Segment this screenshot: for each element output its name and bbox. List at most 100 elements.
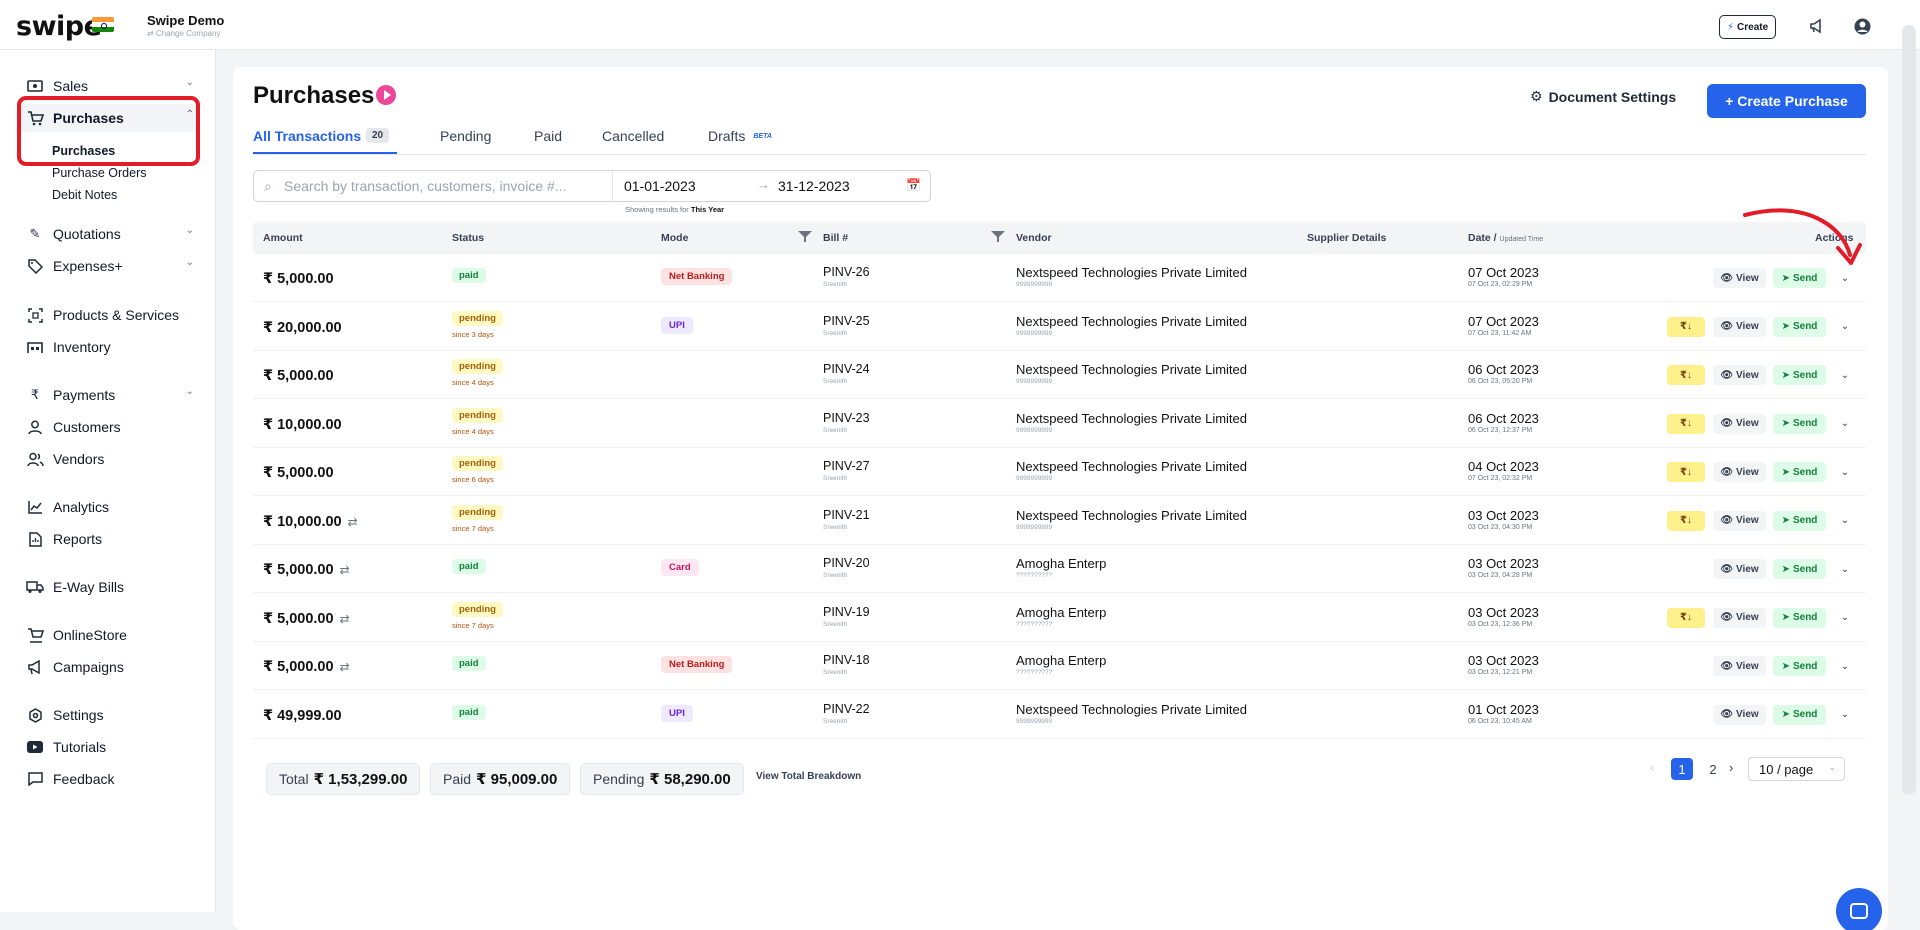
chevron-down-icon[interactable]: ⌄	[1836, 512, 1854, 530]
view-button[interactable]: 👁 View	[1713, 656, 1766, 676]
chevron-down-icon[interactable]: ⌄	[1836, 366, 1854, 384]
vendor-name[interactable]: Nextspeed Technologies Private Limited	[1016, 265, 1247, 280]
scrollbar[interactable]	[1902, 25, 1916, 795]
view-button[interactable]: 👁 View	[1713, 607, 1766, 628]
send-button[interactable]: ➤ Send	[1773, 413, 1826, 434]
chevron-down-icon[interactable]: ⌄	[1836, 269, 1854, 287]
send-button[interactable]: ➤ Send	[1773, 316, 1826, 337]
bill-number[interactable]: PINV-27	[823, 459, 870, 473]
sidebar-item-analytics[interactable]: Analytics	[26, 495, 194, 519]
table-row[interactable]: ₹ 5,000.00 ⇄ paid Card PINV-20 Sreenith Amogha…	[253, 545, 1866, 593]
filter-icon[interactable]	[991, 231, 1005, 243]
sidebar-sub-debit-notes[interactable]: Debit Notes	[52, 188, 117, 202]
view-button[interactable]: 👁 View	[1713, 510, 1766, 531]
table-row[interactable]: ₹ 5,000.00 ⇄ pending since 7 days PINV-19 Sre…	[253, 594, 1866, 642]
view-button[interactable]: 👁 View	[1713, 559, 1766, 579]
megaphone-icon[interactable]	[1806, 15, 1828, 37]
view-button[interactable]: 👁 View	[1713, 268, 1766, 288]
send-button[interactable]: ➤ Send	[1773, 656, 1826, 676]
date-from-field[interactable]: 01-01-2023	[624, 178, 696, 194]
sidebar-item-inventory[interactable]: Inventory	[26, 335, 194, 359]
send-button[interactable]: ➤ Send	[1773, 510, 1826, 531]
sidebar-item-quotations[interactable]: ✎ Quotations ⌄	[26, 222, 194, 246]
chevron-down-icon[interactable]: ⌄	[1836, 318, 1854, 336]
table-row[interactable]: ₹ 5,000.00 pending since 6 days PINV-27 Sree…	[253, 448, 1866, 496]
tab-pending[interactable]: Pending	[440, 128, 491, 144]
chevron-down-icon[interactable]: ⌄	[1836, 415, 1854, 433]
sidebar-item-campaigns[interactable]: Campaigns	[26, 655, 194, 679]
chevron-down-icon[interactable]: ⌄	[1836, 609, 1854, 627]
vendor-name[interactable]: Nextspeed Technologies Private Limited	[1016, 702, 1247, 717]
tab-cancelled[interactable]: Cancelled	[602, 128, 664, 144]
record-payment-button[interactable]: ₹↓	[1667, 365, 1705, 385]
sidebar-item-customers[interactable]: Customers	[26, 415, 194, 439]
record-payment-button[interactable]: ₹↓	[1667, 510, 1705, 531]
bill-number[interactable]: PINV-25	[823, 314, 870, 328]
chevron-down-icon[interactable]: ⌄	[1836, 706, 1854, 724]
view-button[interactable]: 👁 View	[1713, 365, 1766, 385]
play-video-icon[interactable]	[376, 85, 396, 105]
bill-number[interactable]: PINV-23	[823, 411, 870, 425]
vendor-name[interactable]: Nextspeed Technologies Private Limited	[1016, 411, 1247, 426]
swipe-logo[interactable]: swipe	[16, 11, 102, 42]
record-payment-button[interactable]: ₹↓	[1667, 316, 1705, 337]
table-row[interactable]: ₹ 5,000.00 paid Net Banking PINV-26 Sreenith…	[253, 254, 1866, 302]
vendor-name[interactable]: Amogha Enterp	[1016, 605, 1106, 620]
vendor-name[interactable]: Nextspeed Technologies Private Limited	[1016, 314, 1247, 329]
change-company-link[interactable]: ⇄ Change Company	[147, 29, 224, 38]
sidebar-item-onlinestore[interactable]: OnlineStore	[26, 623, 194, 647]
view-button[interactable]: 👁 View	[1713, 316, 1766, 337]
bill-number[interactable]: PINV-22	[823, 702, 870, 716]
chat-support-button[interactable]	[1836, 888, 1882, 930]
send-button[interactable]: ➤ Send	[1773, 462, 1826, 482]
sidebar-item-tutorials[interactable]: Tutorials	[26, 735, 194, 759]
table-row[interactable]: ₹ 5,000.00 pending since 4 days PINV-24 Sree…	[253, 351, 1866, 399]
view-button[interactable]: 👁 View	[1713, 413, 1766, 434]
header-vendor[interactable]: Vendor	[1016, 232, 1052, 244]
chevron-down-icon[interactable]: ⌄	[1836, 463, 1854, 481]
tab-all-transactions[interactable]: All Transactions	[253, 128, 361, 144]
vendor-name[interactable]: Nextspeed Technologies Private Limited	[1016, 362, 1247, 377]
company-switcher[interactable]: Swipe Demo ⇄ Change Company	[147, 13, 224, 38]
sidebar-item-payments[interactable]: ₹ Payments ⌄	[26, 383, 194, 407]
chevron-right-icon[interactable]: ›	[1729, 760, 1733, 775]
search-input[interactable]	[284, 176, 584, 196]
header-date[interactable]: Date / Updated Time	[1468, 232, 1543, 244]
tab-drafts[interactable]: Drafts BETA	[708, 128, 772, 144]
record-payment-button[interactable]: ₹↓	[1667, 413, 1705, 434]
bill-number[interactable]: PINV-26	[823, 265, 870, 279]
header-mode[interactable]: Mode	[661, 232, 688, 244]
header-status[interactable]: Status	[452, 232, 484, 244]
page-1-button[interactable]: 1	[1671, 758, 1693, 780]
filter-icon[interactable]	[798, 231, 812, 243]
vendor-name[interactable]: Nextspeed Technologies Private Limited	[1016, 508, 1247, 523]
send-button[interactable]: ➤ Send	[1773, 365, 1826, 385]
quick-create-button[interactable]: ⚡ Create	[1719, 15, 1777, 39]
chevron-down-icon[interactable]: ⌄	[1836, 657, 1854, 675]
vendor-name[interactable]: Amogha Enterp	[1016, 653, 1106, 668]
chevron-left-icon[interactable]: ‹	[1650, 760, 1654, 775]
sidebar-item-settings[interactable]: Settings	[26, 703, 194, 727]
sidebar-item-feedback[interactable]: Feedback	[26, 767, 194, 791]
table-row[interactable]: ₹ 10,000.00 pending since 4 days PINV-23 Sre…	[253, 400, 1866, 448]
view-button[interactable]: 👁 View	[1713, 462, 1766, 482]
document-settings-button[interactable]: ⚙ Document Settings	[1530, 88, 1676, 105]
sidebar-item-reports[interactable]: Reports	[26, 527, 194, 551]
bill-number[interactable]: PINV-18	[823, 653, 870, 667]
chevron-down-icon[interactable]: ⌄	[1836, 560, 1854, 578]
bill-number[interactable]: PINV-21	[823, 508, 870, 522]
calendar-icon[interactable]: 📅	[906, 178, 921, 192]
sidebar-item-sales[interactable]: Sales ⌄	[26, 74, 194, 98]
bill-number[interactable]: PINV-20	[823, 556, 870, 570]
send-button[interactable]: ➤ Send	[1773, 704, 1826, 725]
sidebar-item-vendors[interactable]: Vendors	[26, 447, 194, 471]
page-size-select[interactable]: 10 / page ⌄	[1748, 757, 1845, 781]
page-2-button[interactable]: 2	[1702, 758, 1724, 780]
vendor-name[interactable]: Amogha Enterp	[1016, 556, 1106, 571]
sidebar-item-expenses[interactable]: Expenses+ ⌄	[26, 254, 194, 278]
send-button[interactable]: ➤ Send	[1773, 607, 1826, 628]
vendor-name[interactable]: Nextspeed Technologies Private Limited	[1016, 459, 1247, 474]
record-payment-button[interactable]: ₹↓	[1667, 607, 1705, 628]
create-purchase-button[interactable]: + Create Purchase	[1707, 84, 1866, 118]
sidebar-item-products[interactable]: Products & Services	[26, 303, 194, 327]
